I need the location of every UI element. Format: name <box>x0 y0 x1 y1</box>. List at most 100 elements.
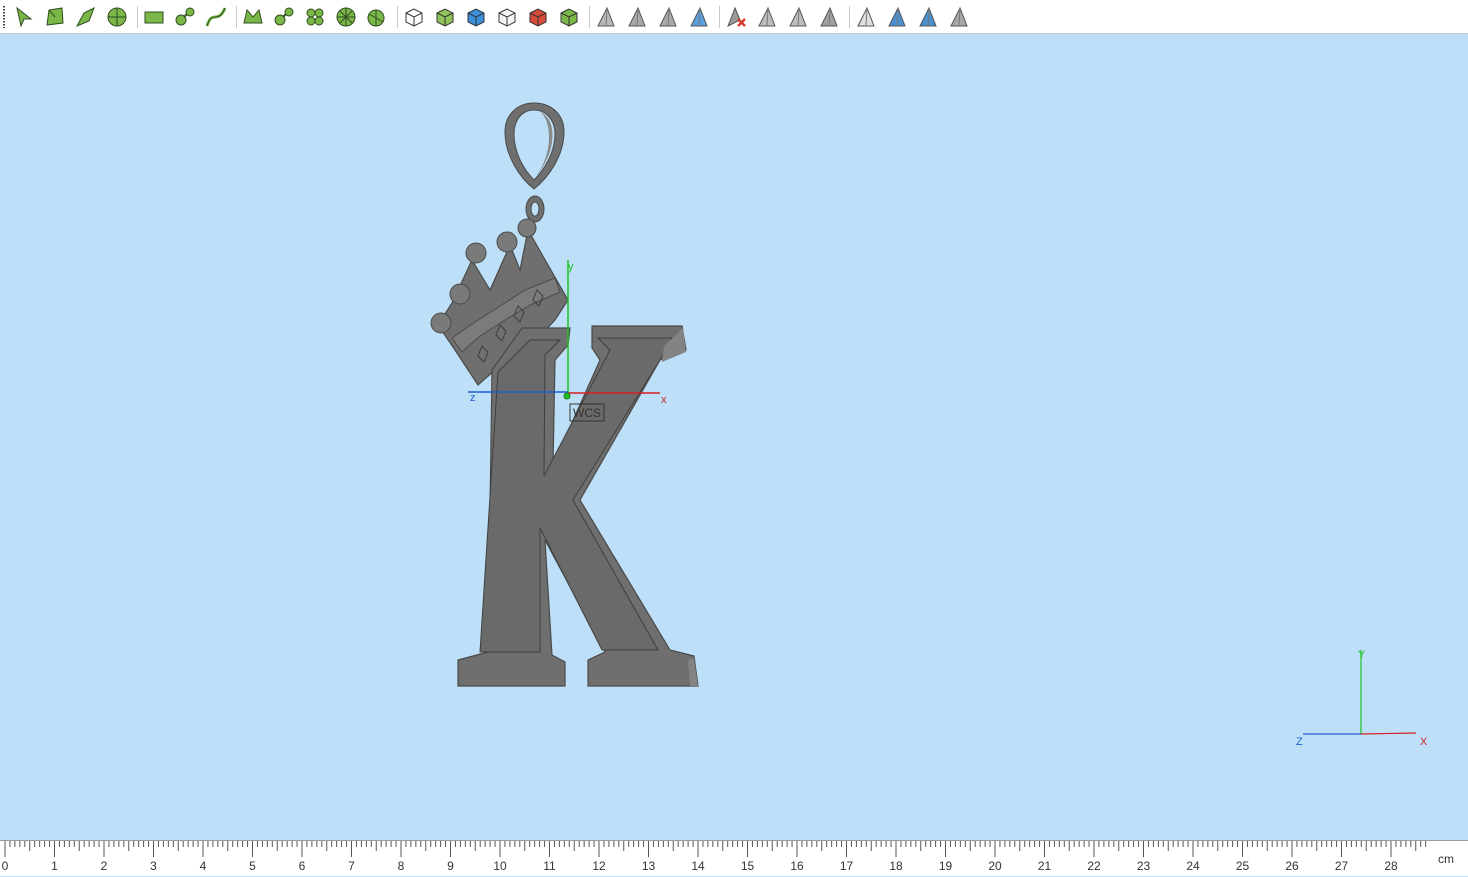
ruler-label: 10 <box>493 859 507 873</box>
ruler-label: 1 <box>51 859 58 873</box>
jump-ring[interactable] <box>525 195 545 223</box>
ruler-label: 21 <box>1038 859 1052 873</box>
triangle-blue-icon <box>888 6 906 27</box>
node-tool-button[interactable] <box>173 5 197 29</box>
box-view-button[interactable] <box>402 5 426 29</box>
pointer-line-icon <box>628 6 646 27</box>
box-red-icon <box>529 8 547 27</box>
triad-x-label: X <box>1420 736 1428 748</box>
triangle-mesh-icon <box>758 6 776 27</box>
triad-y-label: Y <box>1358 649 1366 661</box>
ruler-label: 0 <box>2 859 9 873</box>
ruler-unit-label: cm <box>1438 852 1454 866</box>
3d-viewport[interactable]: WCS y x z Y X Z <box>0 34 1468 840</box>
pointer-gray-button[interactable] <box>594 5 618 29</box>
toolbar-separator <box>589 6 590 28</box>
triangle-copy-button[interactable] <box>786 5 810 29</box>
local-y-label: y <box>568 261 574 273</box>
blend-tool-button[interactable] <box>272 5 296 29</box>
clover-tool-button[interactable] <box>303 5 327 29</box>
ruler-label: 12 <box>592 859 606 873</box>
pointer-gray-icon <box>597 6 615 27</box>
rectangle-tool-button[interactable] <box>142 5 166 29</box>
pointer-edge-icon <box>659 6 677 27</box>
ruler-label: 17 <box>840 859 854 873</box>
ruler-label: 3 <box>150 859 157 873</box>
box-solid-icon <box>436 8 454 27</box>
triangle-blue-button[interactable] <box>885 5 909 29</box>
toolbar-separator <box>236 6 237 28</box>
pointer-blue-icon <box>690 6 708 27</box>
select-sphere-button[interactable] <box>105 5 129 29</box>
ruler-label: 24 <box>1186 859 1200 873</box>
revolve-tool-button[interactable] <box>334 5 358 29</box>
select-sphere-icon <box>107 7 127 27</box>
box-wire-button[interactable] <box>495 5 519 29</box>
ruler-label: 15 <box>741 859 755 873</box>
clover-tool-icon <box>306 8 324 26</box>
select-arrow-icon <box>16 6 33 28</box>
triangle-eye-icon <box>857 6 875 27</box>
local-z-label: z <box>470 392 476 404</box>
ruler-label: 27 <box>1335 859 1349 873</box>
ruler-label: 8 <box>398 859 405 873</box>
ruler-label: 2 <box>101 859 108 873</box>
pointer-line-button[interactable] <box>625 5 649 29</box>
box-wire-icon <box>498 8 516 27</box>
select-edge-button[interactable] <box>74 5 98 29</box>
node-tool-icon <box>175 7 195 26</box>
toolbar-separator <box>849 6 850 28</box>
ruler-label: 28 <box>1384 859 1398 873</box>
triangle-gray-button[interactable] <box>947 5 971 29</box>
ruler-label: 11 <box>543 859 556 873</box>
select-face-button[interactable] <box>43 5 67 29</box>
local-x-label: x <box>661 394 667 406</box>
ruler-label: 7 <box>348 859 355 873</box>
sweep-tool-button[interactable] <box>365 5 389 29</box>
curve-tool-icon <box>205 7 227 27</box>
delete-pointer-button[interactable] <box>724 5 748 29</box>
triangle-slice-icon <box>820 6 838 27</box>
box-green-icon <box>560 8 578 27</box>
ruler-label: 20 <box>988 859 1002 873</box>
select-face-icon <box>46 7 64 26</box>
toolbar-separator <box>397 6 398 28</box>
box-color-button[interactable] <box>464 5 488 29</box>
pointer-blue-button[interactable] <box>687 5 711 29</box>
triangle-mesh-button[interactable] <box>755 5 779 29</box>
box-color-icon <box>467 8 485 27</box>
bail-loop[interactable] <box>504 102 565 190</box>
wcs-label: WCS <box>573 406 601 420</box>
triangle-dot-icon <box>919 6 937 27</box>
triangle-eye-button[interactable] <box>854 5 878 29</box>
box-view-icon <box>405 8 423 27</box>
surface-tool-button[interactable] <box>241 5 265 29</box>
box-red-button[interactable] <box>526 5 550 29</box>
letter-k[interactable] <box>457 325 699 687</box>
delete-pointer-icon <box>727 6 746 28</box>
triangle-dot-button[interactable] <box>916 5 940 29</box>
ruler-label: 14 <box>691 859 705 873</box>
ruler-label: 13 <box>642 859 656 873</box>
triad-z-label: Z <box>1296 736 1303 748</box>
select-arrow-button[interactable] <box>12 5 36 29</box>
pointer-edge-button[interactable] <box>656 5 680 29</box>
ruler-label: 9 <box>447 859 454 873</box>
toolbar-grip[interactable] <box>3 6 5 28</box>
ruler-label: 16 <box>790 859 804 873</box>
ruler-label: 19 <box>939 859 953 873</box>
curve-tool-button[interactable] <box>204 5 228 29</box>
triangle-copy-icon <box>789 6 807 27</box>
ruler-label: 22 <box>1087 859 1101 873</box>
main-toolbar <box>0 0 1468 34</box>
box-green-button[interactable] <box>557 5 581 29</box>
box-solid-button[interactable] <box>433 5 457 29</box>
toolbar-separator <box>137 6 138 28</box>
surface-tool-icon <box>243 8 263 24</box>
triangle-slice-button[interactable] <box>817 5 841 29</box>
sweep-tool-icon <box>367 9 385 27</box>
select-edge-icon <box>75 6 95 28</box>
ruler-label: 6 <box>299 859 306 873</box>
orientation-triad: Y X Z <box>1296 649 1428 748</box>
ruler-label: 5 <box>249 859 256 873</box>
